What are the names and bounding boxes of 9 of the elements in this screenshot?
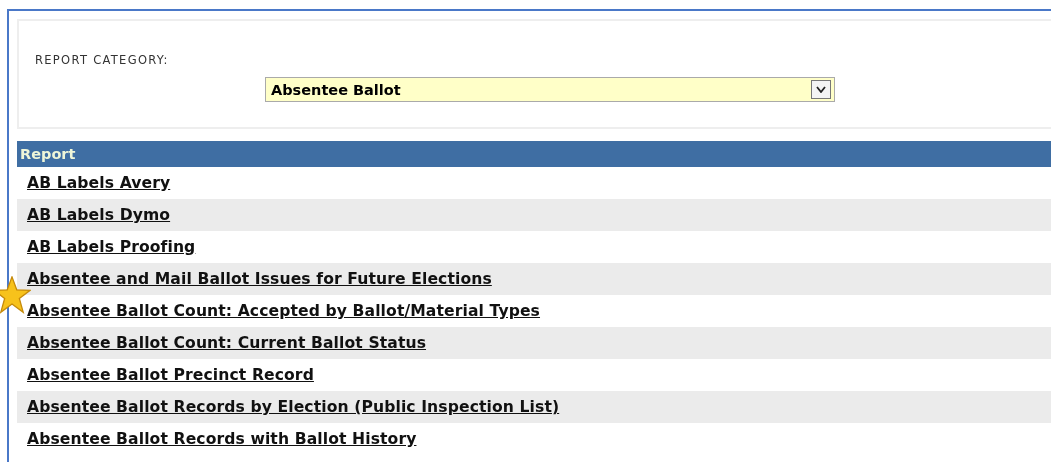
- report-link[interactable]: Absentee Ballot Count: Accepted by Ballot/Material Types: [27, 302, 540, 320]
- report-link[interactable]: AB Labels Avery: [27, 174, 171, 192]
- report-link[interactable]: AB Labels Dymo: [27, 206, 171, 224]
- column-header: Report: [17, 141, 1051, 167]
- report-link[interactable]: Absentee Ballot Records with Ballot History: [27, 430, 417, 448]
- report-category-dropdown[interactable]: Absentee Ballot: [265, 77, 835, 102]
- report-category-label: REPORT CATEGORY:: [35, 53, 169, 67]
- report-link[interactable]: AB Labels Proofing: [27, 238, 196, 256]
- report-link[interactable]: Absentee Ballot Precinct Record: [27, 366, 314, 384]
